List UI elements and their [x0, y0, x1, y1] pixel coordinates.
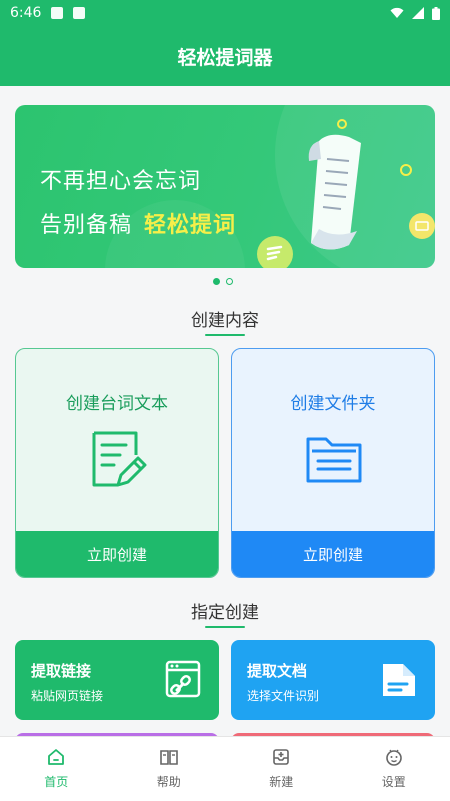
pagination-dot[interactable] [226, 278, 233, 285]
create-section-title: 创建内容 [191, 311, 259, 331]
nav-home-label: 首页 [44, 775, 69, 789]
banner-headline: 不再担心会忘词 [40, 169, 202, 194]
font-icon [73, 7, 86, 19]
decor-ring-icon [400, 164, 412, 176]
edit-document-icon [92, 431, 147, 487]
nav-home[interactable]: 首页 [0, 737, 113, 801]
decor-ring-icon [337, 119, 347, 129]
paper-scroll-illustration [308, 134, 361, 250]
home-icon [48, 749, 65, 765]
promo-banner[interactable]: 不再担心会忘词 告别备稿 轻松提词 [15, 105, 435, 268]
bottom-navigation: 首页 帮助 新建 设置 [0, 736, 450, 801]
extract-link-tile[interactable]: 提取链接 粘贴网页链接 [15, 640, 219, 720]
wifi-icon [390, 7, 404, 18]
nav-settings[interactable]: 设置 [338, 737, 450, 801]
battery-icon [432, 6, 440, 20]
book-icon [159, 750, 178, 765]
banner-subheadline: 告别备稿 轻松提词 [40, 207, 236, 239]
status-time: 6:46 [10, 5, 42, 21]
create-script-title: 创建台词文本 [66, 394, 168, 414]
banner-pagination [213, 278, 233, 285]
nav-new[interactable]: 新建 [225, 737, 338, 801]
app-bar: 轻松提词器 [0, 26, 450, 86]
specify-section-title: 指定创建 [191, 603, 259, 623]
notes-badge-icon [257, 236, 293, 268]
pagination-dot-active[interactable] [213, 278, 220, 285]
document-file-icon [383, 664, 415, 696]
folder-icon [306, 437, 362, 483]
banner-subheadline-prefix: 告别备稿 [40, 213, 133, 238]
create-script-card[interactable]: 创建台词文本 立即创建 [15, 348, 219, 578]
create-folder-card[interactable]: 创建文件夹 立即创建 [231, 348, 435, 578]
image-icon [51, 7, 64, 19]
section-underline [205, 334, 245, 336]
signal-icon [412, 7, 424, 19]
nav-new-label: 新建 [269, 775, 294, 789]
screen-badge-icon [409, 213, 435, 239]
inbox-add-icon [273, 749, 290, 765]
extract-document-tile[interactable]: 提取文档 选择文件识别 [231, 640, 435, 720]
main-content: 不再担心会忘词 告别备稿 轻松提词 创建内容 创建台词文本 立即创建 创建文件夹… [0, 86, 450, 736]
status-bar: 6:46 [0, 0, 450, 26]
nav-settings-label: 设置 [381, 775, 406, 789]
create-folder-button[interactable]: 立即创建 [232, 531, 434, 577]
create-folder-title: 创建文件夹 [290, 394, 376, 414]
nav-help-label: 帮助 [156, 775, 181, 789]
app-title: 轻松提词器 [177, 46, 273, 69]
nav-help[interactable]: 帮助 [113, 737, 226, 801]
create-script-button[interactable]: 立即创建 [16, 531, 218, 577]
section-underline [205, 626, 245, 628]
face-settings-icon [385, 749, 402, 766]
link-browser-icon [165, 660, 201, 698]
banner-highlight: 轻松提词 [144, 213, 237, 238]
